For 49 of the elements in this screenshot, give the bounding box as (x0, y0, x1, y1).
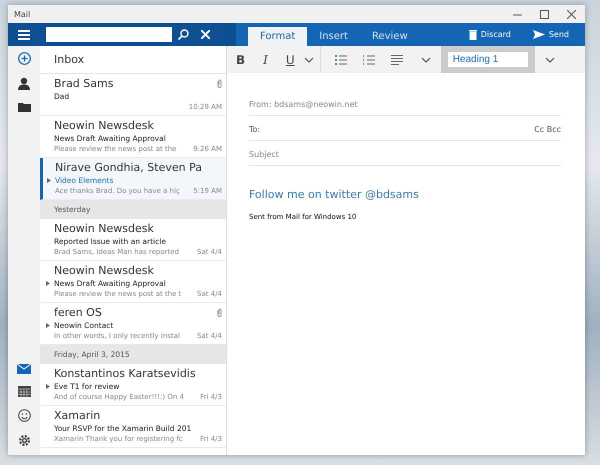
message-sender: Neowin Newsdesk (54, 264, 154, 277)
message-sender: feren OS (54, 306, 102, 319)
ribbon-tab[interactable]: Review (360, 27, 420, 46)
ribbon-tab[interactable]: Insert (307, 27, 360, 46)
expand-triangle-icon[interactable] (47, 178, 51, 183)
message-sender: Nirave Gondhia, Steven Pa (55, 161, 202, 174)
smiley-icon[interactable] (18, 409, 30, 422)
new-mail-plus-icon[interactable] (18, 52, 30, 65)
send-button[interactable]: Send (526, 29, 575, 40)
bullet-list-icon[interactable] (334, 54, 347, 64)
close-icon[interactable] (567, 10, 576, 18)
mail-icon[interactable] (17, 364, 31, 374)
cc-bcc-link[interactable]: Cc Bcc (534, 125, 561, 134)
chevron-down-icon[interactable] (304, 56, 314, 62)
chevron-down-icon[interactable] (420, 57, 431, 63)
message-sender: Neowin Newsdesk (54, 222, 154, 235)
subject-field[interactable]: Subject (249, 150, 279, 159)
paragraph-style-field[interactable]: Heading 1 (448, 52, 528, 67)
message-sender: Brad Sams (54, 77, 114, 90)
underline-button[interactable]: U (276, 52, 304, 66)
align-icon[interactable] (390, 54, 403, 64)
search-icon[interactable] (178, 29, 189, 40)
maximize-icon[interactable] (540, 10, 549, 18)
menu-icon[interactable] (18, 30, 30, 40)
to-label: To: (249, 125, 260, 134)
message-sender: Xamarin (54, 409, 100, 422)
expand-triangle-icon[interactable] (46, 281, 50, 286)
message-sender: Konstantinos Karatsevidis (54, 367, 196, 380)
calendar-icon[interactable] (18, 386, 30, 397)
settings-icon[interactable] (18, 434, 30, 447)
search-field[interactable] (46, 27, 172, 42)
message-body-text[interactable]: Follow me on twitter @bdsams (249, 188, 561, 201)
chevron-down-icon[interactable] (544, 57, 555, 63)
ribbon-tab[interactable]: Format (248, 27, 308, 46)
folder-icon[interactable] (18, 102, 30, 112)
trash-icon (468, 30, 477, 40)
expand-triangle-icon[interactable] (46, 384, 50, 389)
person-icon[interactable] (18, 77, 30, 90)
send-icon (532, 30, 545, 39)
window-title: Mail (14, 10, 32, 18)
folder-title: Inbox (40, 46, 226, 74)
expand-triangle-icon[interactable] (46, 323, 50, 328)
from-field[interactable]: From: bdsams@neowin.net (249, 100, 358, 109)
italic-button[interactable]: I (254, 52, 277, 66)
message-sender: Neowin Newsdesk (54, 119, 154, 132)
bold-button[interactable]: B (227, 52, 254, 66)
discard-button[interactable]: Discard (462, 28, 517, 40)
numbered-list-icon[interactable] (362, 54, 375, 64)
clear-icon[interactable] (201, 30, 210, 39)
